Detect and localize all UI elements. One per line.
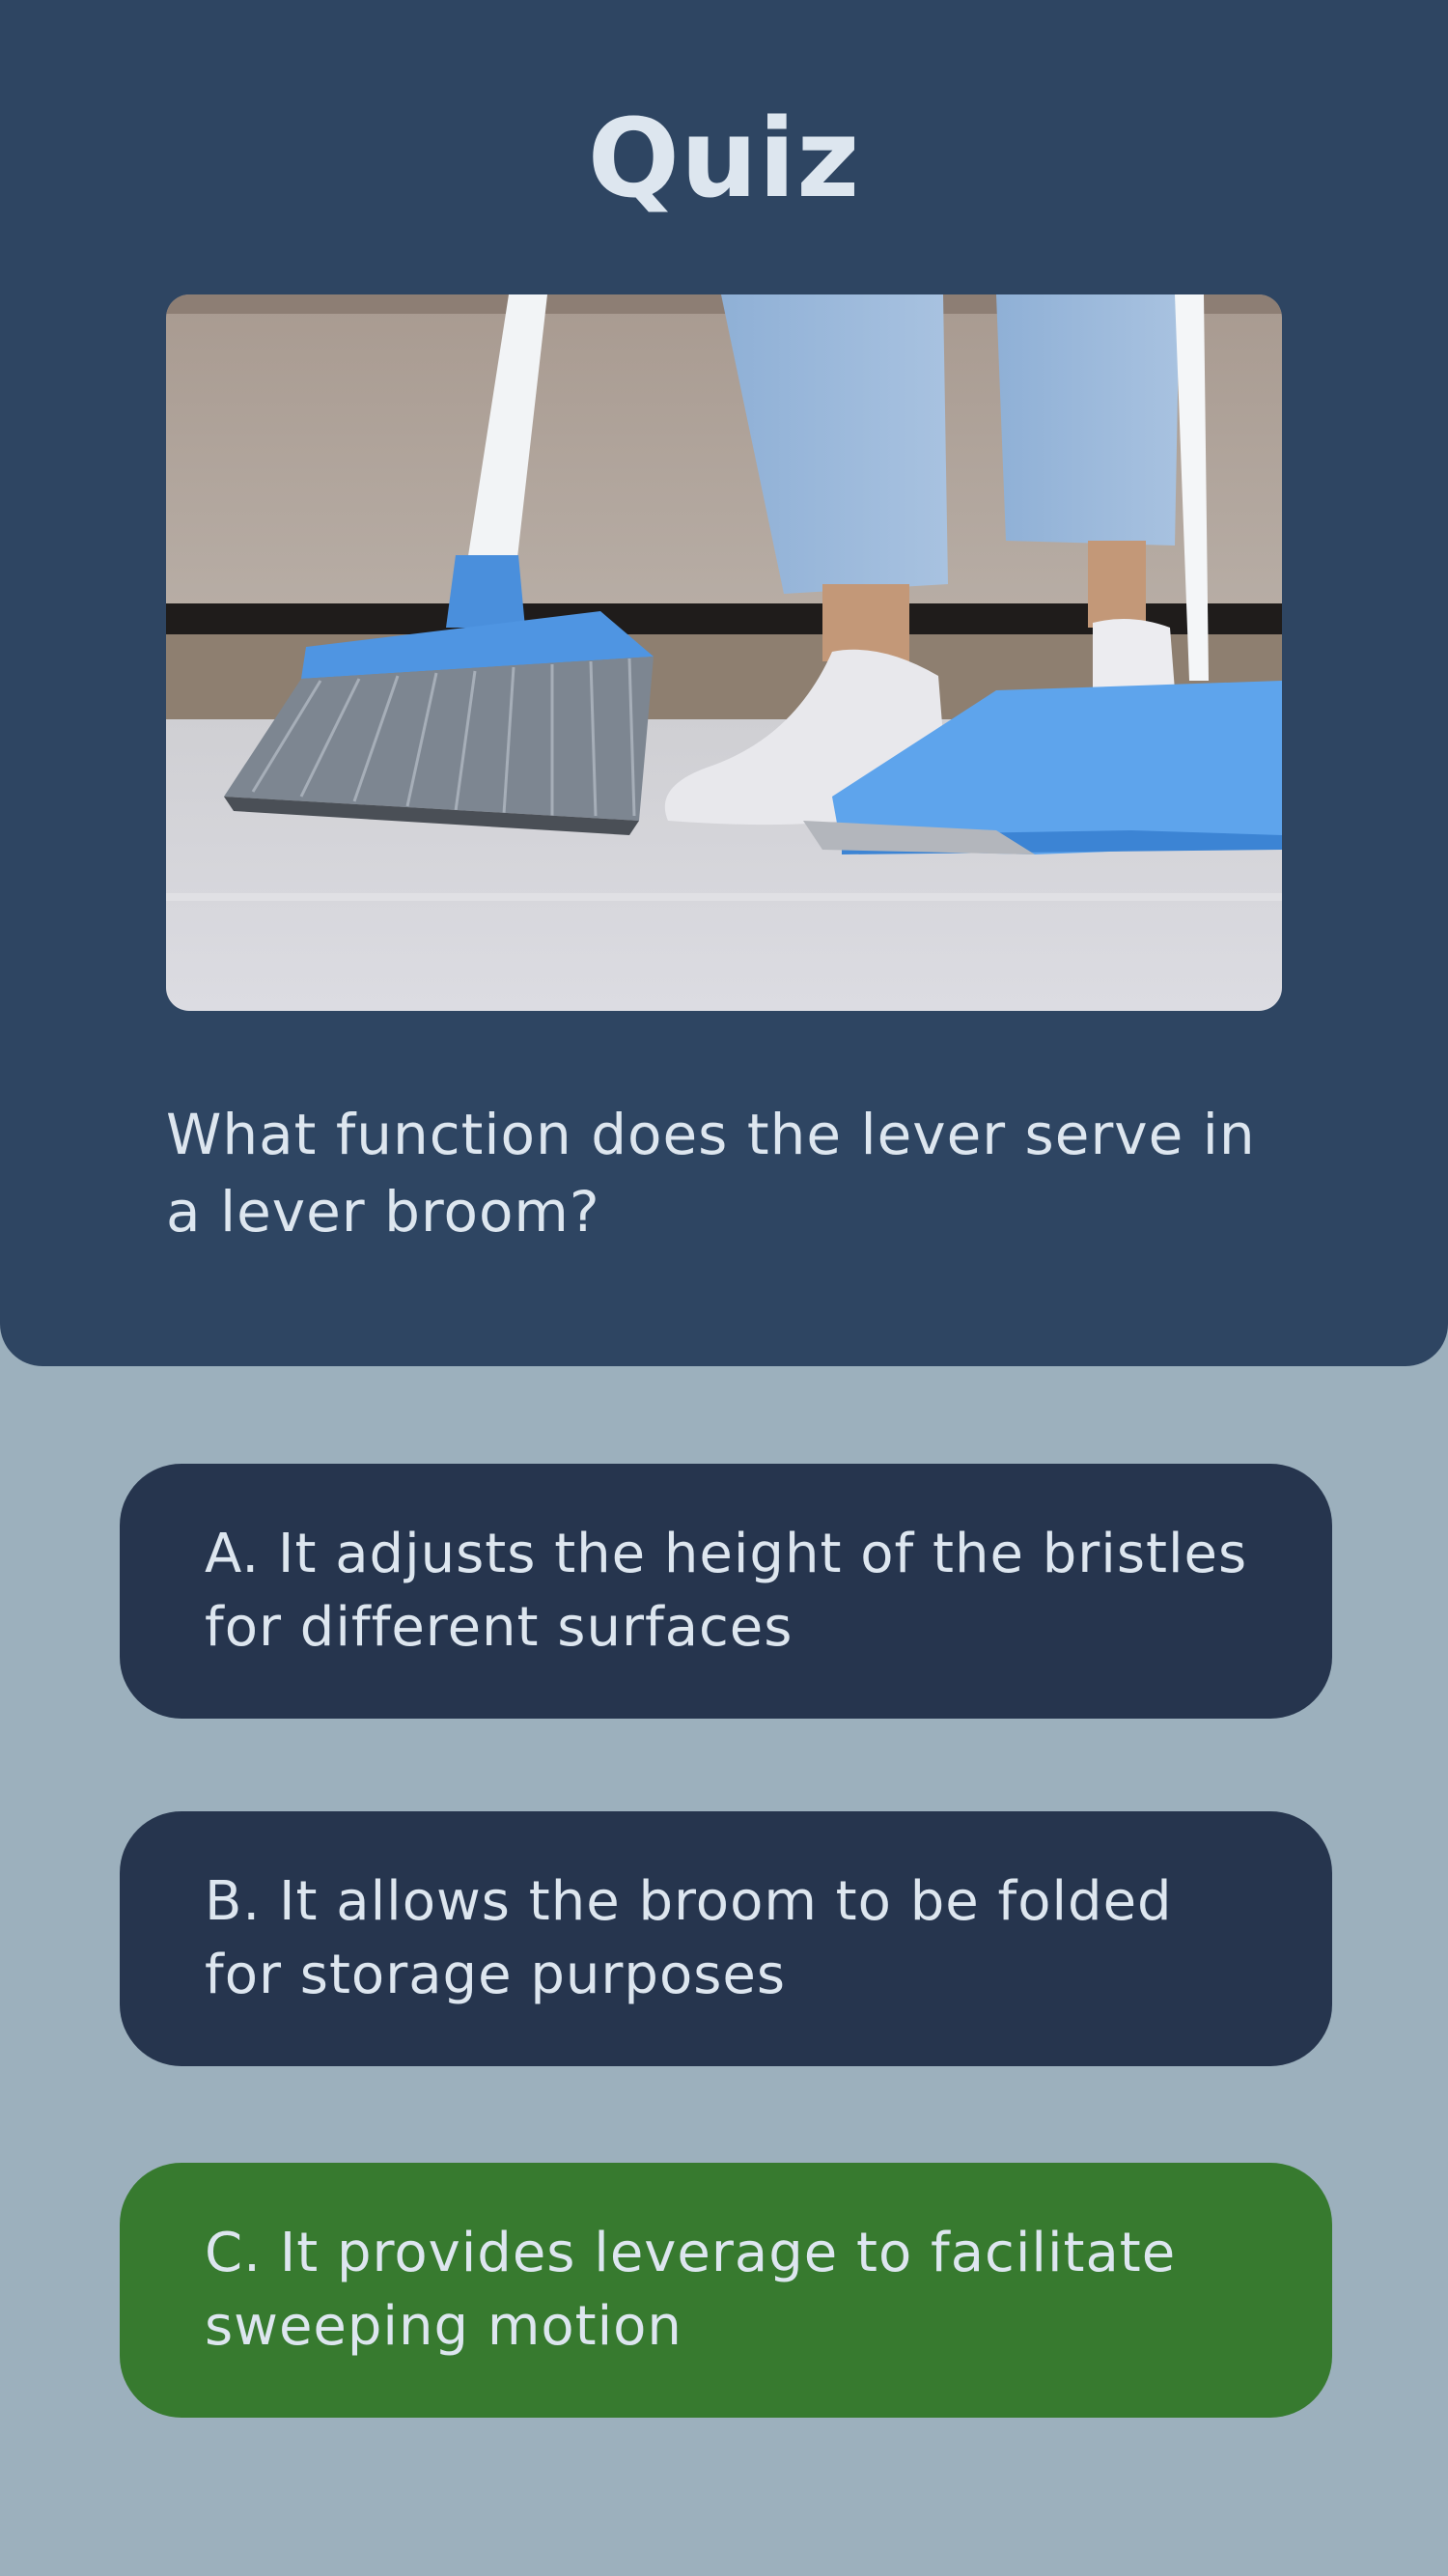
answer-option-label: A. It adjusts the height of the bristles… bbox=[205, 1523, 1248, 1659]
question-text: What function does the lever serve in a … bbox=[166, 1102, 1256, 1245]
answer-option-label: C. It provides leverage to facilitate sw… bbox=[205, 2222, 1177, 2358]
answer-option-c[interactable]: C. It provides leverage to facilitate sw… bbox=[120, 2163, 1332, 2418]
question-image bbox=[166, 294, 1282, 1011]
page-title: Quiz bbox=[587, 97, 861, 222]
answer-option-a[interactable]: A. It adjusts the height of the bristles… bbox=[120, 1464, 1332, 1719]
answer-option-b[interactable]: B. It allows the broom to be folded for … bbox=[120, 1811, 1332, 2066]
answer-option-label: B. It allows the broom to be folded for … bbox=[205, 1870, 1173, 2006]
question-panel: Quiz What function does the lever serve … bbox=[0, 0, 1448, 1366]
